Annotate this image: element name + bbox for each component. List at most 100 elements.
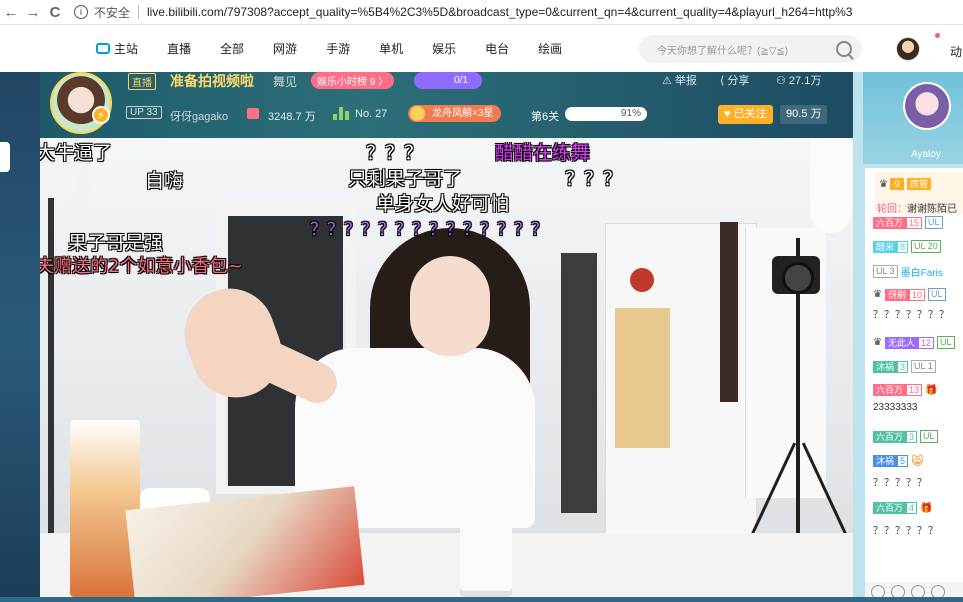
chat-message[interactable]: ♛ 无此人 12 UL	[873, 336, 955, 349]
nav-home[interactable]: 主站	[96, 40, 138, 57]
guard-badge[interactable]: 龙舟凤艄×3星	[408, 105, 502, 122]
stage-label: 第6关	[531, 111, 560, 123]
notice-level-badge: 9	[889, 178, 904, 190]
user-level: UL	[937, 336, 955, 349]
chat-message[interactable]: 沐祸 3 UL 1	[873, 360, 936, 373]
share-button[interactable]: ⟨ 分享	[720, 72, 749, 88]
boat-icon	[410, 106, 425, 121]
danmaku-comment: 果子哥是强	[68, 232, 164, 254]
room-area[interactable]: 舞见	[273, 73, 297, 90]
chat-message[interactable]: ♛ 伢刷 10 UL	[873, 288, 946, 301]
avatar[interactable]	[896, 37, 920, 61]
fan-medal[interactable]: 无此人	[884, 336, 918, 349]
medal-level: 12	[917, 336, 934, 349]
chat-list[interactable]: ♛ 9 房管 轮回：谢谢陈陌已 六百万 15 UL 醋米 8 UL 20 UL 3 墨白F…	[865, 168, 963, 602]
divider	[138, 5, 140, 19]
reload-icon[interactable]: C	[44, 4, 66, 21]
nav-all[interactable]: 全部	[220, 40, 244, 57]
search-icon[interactable]	[836, 41, 852, 57]
danmaku-comment: ？？？？？？？？？？？？？？	[310, 220, 548, 240]
fan-medal[interactable]: 六百万	[873, 216, 907, 229]
video-player[interactable]: 大牛逼了 ？？？ 醋醋在练舞 自嗨 只剩果子哥了 ？？？ 单身女人好可怕 ？？？…	[40, 138, 853, 597]
live-tag: 直播	[128, 73, 156, 90]
fan-medal[interactable]: 六百万	[873, 384, 907, 396]
drink-cup	[70, 420, 140, 597]
fan-medal[interactable]: 六百万	[873, 502, 907, 514]
chat-username[interactable]: 墨白Faris	[901, 264, 943, 279]
search-input[interactable]: 今天你想了解什么呢？(≧▽≦)	[639, 35, 862, 63]
nav-home-label: 主站	[114, 42, 139, 56]
chat-message[interactable]: 六百万 3 UL	[873, 430, 938, 443]
medal-level: 13	[906, 384, 923, 396]
follow-button[interactable]: ♥ 已关注	[718, 105, 773, 124]
nav-online-games[interactable]: 网游	[273, 40, 297, 57]
notice-header: ♛ 9 房管	[879, 178, 931, 190]
info-icon[interactable]: i	[74, 5, 88, 19]
camera-lens	[782, 262, 814, 294]
medal-level: 5	[897, 455, 909, 467]
anchor-avatar[interactable]	[903, 82, 951, 130]
user-level: UL	[925, 216, 943, 229]
nav-mobile-games[interactable]: 手游	[326, 40, 350, 57]
mascot-icon[interactable]	[0, 142, 10, 172]
danmaku-comment: ？？？	[366, 142, 424, 164]
nav-entertainment[interactable]: 娱乐	[432, 40, 456, 57]
nav-live[interactable]: 直播	[167, 40, 191, 57]
back-arrow-icon[interactable]: ←	[0, 4, 22, 21]
hourly-rank-badge[interactable]: 娱乐小时榜 9 〉	[311, 72, 395, 89]
danmaku-comment: 醋醋在练舞	[495, 142, 591, 164]
tv-icon	[96, 43, 110, 54]
fan-medal[interactable]: 沐祸	[873, 360, 898, 373]
streamer-name[interactable]: 伢伢gagako	[170, 108, 228, 124]
chat-message[interactable]: UL 3 墨白Faris	[873, 264, 943, 279]
chat-text: ？？？？？？？	[873, 310, 950, 321]
medal-level: 3	[906, 430, 918, 443]
person-face	[410, 256, 490, 356]
site-header: 主站 直播 全部 网游 手游 单机 娱乐 电台 绘画 今天你想了解什么呢？(≧▽…	[0, 25, 963, 72]
nav-radio[interactable]: 电台	[485, 40, 509, 57]
share-label: 分享	[727, 75, 750, 87]
chat-message[interactable]: 六百万 15 UL	[873, 216, 943, 229]
notice-text-label: 轮回：	[877, 204, 907, 215]
streamer-avatar[interactable]	[50, 72, 112, 134]
anchor-card: Ayaloy	[863, 72, 963, 164]
notice-text: 轮回：谢谢陈陌已	[877, 200, 957, 215]
fan-medal[interactable]: 醋米	[873, 240, 898, 253]
anchor-name[interactable]: Ayaloy	[911, 149, 941, 160]
gift-icon: 🎁	[925, 384, 938, 396]
user-level: UL 20	[911, 240, 941, 253]
danmaku-comment: 大牛逼了	[40, 142, 113, 164]
medal-level: 3	[897, 360, 909, 373]
fan-medal[interactable]: 伢刷	[884, 288, 909, 301]
chat-message[interactable]: 沐祸 5 😸	[873, 454, 924, 468]
danmaku-comment: ？？？	[565, 168, 623, 190]
security-label[interactable]: 不安全	[94, 4, 130, 21]
chat-message[interactable]: 醋米 8 UL 20	[873, 240, 941, 253]
report-label: 举报	[674, 75, 697, 87]
nav-dynamic[interactable]: 动	[950, 43, 962, 60]
rank-number[interactable]: No. 27	[355, 108, 387, 120]
guard-badge-label: 龙舟凤艄×3星	[432, 108, 494, 119]
pk-badge[interactable]: 0/1	[414, 72, 482, 89]
nav-single-player[interactable]: 单机	[379, 40, 403, 57]
chat-message[interactable]: 六百万 13 🎁	[873, 384, 937, 396]
verified-icon: ⚡	[92, 106, 110, 124]
gift-icon	[247, 108, 259, 119]
viewer-count-value: 27.1万	[788, 75, 822, 87]
danmaku-comment: 只剩果子哥了	[348, 168, 463, 190]
report-button[interactable]: ⚠ 举报	[662, 72, 697, 88]
forward-arrow-icon[interactable]: →	[22, 4, 44, 21]
up-level-badge: UP 33	[126, 106, 162, 119]
address-bar[interactable]: live.bilibili.com/797308?accept_quality=…	[147, 5, 852, 19]
background-left	[0, 72, 40, 602]
admin-icon: ♛	[879, 178, 888, 190]
nav-drawing[interactable]: 绘画	[538, 40, 562, 57]
chat-message[interactable]: 六百万 4 🎁	[873, 502, 932, 514]
chat-panel: Ayaloy ♛ 9 房管 轮回：谢谢陈陌已 六百万 15 UL 醋米 8 UL 20 …	[853, 72, 963, 602]
dark-doorway	[561, 253, 597, 513]
notification-dot	[935, 33, 940, 38]
medal-level: 8	[897, 240, 909, 253]
fan-medal[interactable]: 六百万	[873, 430, 907, 443]
room-header: ⚡ 直播 准备拍视频啦 舞见 娱乐小时榜 9 〉 0/1 ⚠ 举报 ⟨ 分享 ⚇…	[40, 72, 853, 138]
fan-medal[interactable]: 沐祸	[873, 455, 898, 467]
